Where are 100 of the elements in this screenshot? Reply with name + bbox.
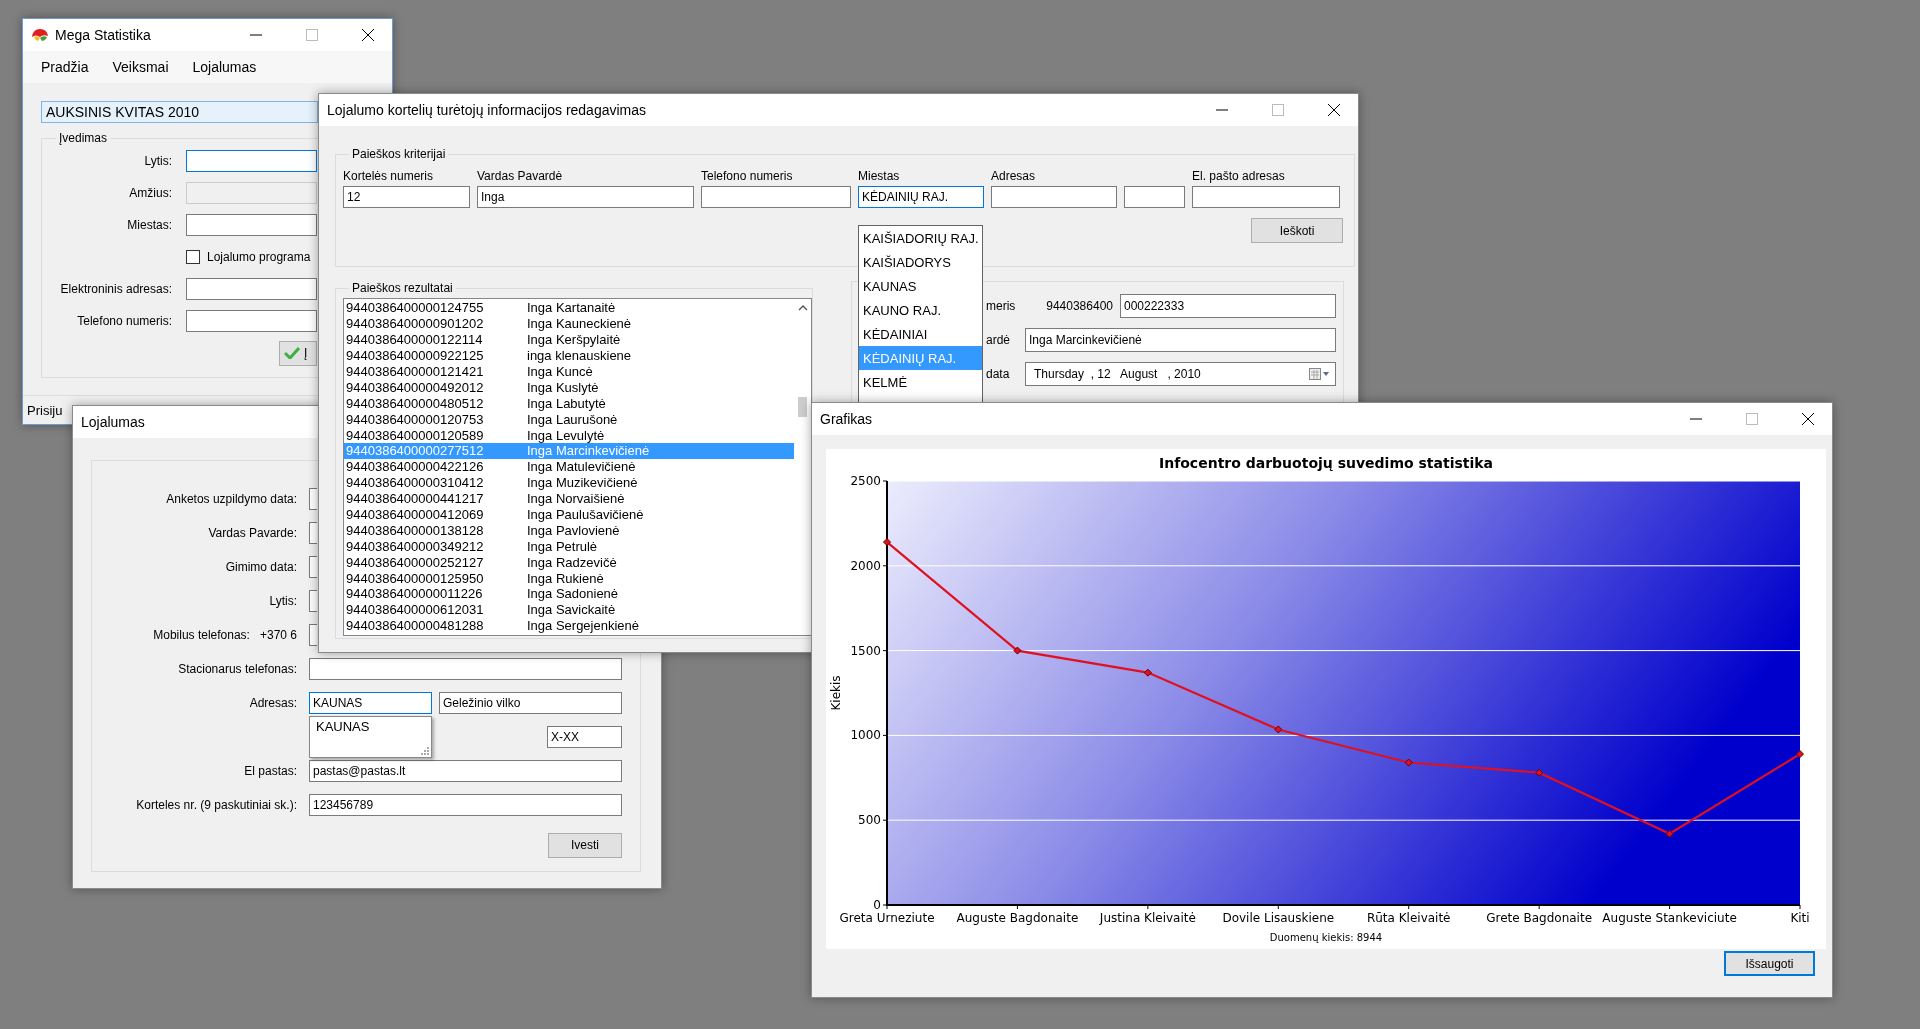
input-field[interactable]	[309, 522, 317, 544]
input-field[interactable]	[1192, 186, 1340, 208]
input-field[interactable]: 123456789	[309, 794, 622, 816]
suggestion-item[interactable]: KAUNAS	[316, 719, 370, 734]
list-row[interactable]: 9440386400000441217 Inga Norvaišienė	[344, 490, 794, 507]
field-label: El pastas:	[244, 764, 297, 778]
title-field[interactable]: AUKSINIS KVITAS 2010	[41, 101, 318, 123]
dropdown-item[interactable]: KĖDAINIAI	[859, 322, 982, 346]
x-axis-title: Duomenų kiekis: 8944	[1269, 932, 1383, 943]
input-field[interactable]	[186, 310, 317, 332]
field-label: Amžius:	[128, 186, 172, 200]
input-field[interactable]: pastas@pastas.lt	[309, 760, 622, 782]
list-row[interactable]: 9440386400000125950 Inga Rukienė	[344, 570, 794, 587]
field-label: Adresas:	[249, 696, 297, 710]
menu-item[interactable]: Veiksmai	[100, 59, 181, 75]
input-field[interactable]: Inga	[477, 186, 694, 208]
dropdown-item[interactable]: KAUNAS	[859, 274, 982, 298]
dome-icon	[31, 28, 49, 42]
input-field[interactable]	[309, 556, 317, 578]
window-title: Grafikas	[820, 411, 873, 427]
input-field[interactable]	[991, 186, 1117, 208]
list-row[interactable]: 9440386400000011226 Inga Sadonienė	[344, 586, 794, 602]
list-row[interactable]: 9440386400000121421 Inga Kuncė	[344, 363, 794, 380]
list-row[interactable]: 9440386400000310412 Inga Muzikevičienė	[344, 474, 794, 491]
input-field[interactable]	[309, 488, 317, 510]
list-row[interactable]: 9440386400000122114 Inga Keršpylaitė	[344, 331, 794, 348]
list-row[interactable]: 9440386400000901202 Inga Kauneckienė	[344, 315, 794, 332]
input-field[interactable]: Inga Marcinkevičienė	[1025, 328, 1336, 352]
dropdown-item[interactable]: KAIŠIADORYS	[859, 250, 982, 274]
list-row[interactable]: 9440386400000422126 Inga Matulevičienė	[344, 458, 794, 475]
input-field[interactable]	[309, 658, 622, 680]
input-field[interactable]	[309, 590, 317, 612]
chart-title: Infocentro darbuotojų suvedimo statistika	[1159, 455, 1493, 471]
list-row[interactable]: 9440386400000412069 Inga Paulušavičienė	[344, 506, 794, 523]
axis-tick-label: 2500	[850, 474, 881, 488]
field-label: Kortelės numeris	[343, 169, 435, 183]
dropdown-item[interactable]: KAIŠIADORIŲ RAJ.	[859, 226, 982, 250]
field-label: Miestas	[858, 169, 901, 183]
field-label: Vardas Pavarde:	[208, 526, 297, 540]
data-point	[1796, 750, 1804, 759]
dropdown-item[interactable]: KELMĖ	[859, 370, 982, 394]
scroll-up-icon[interactable]	[797, 305, 808, 311]
search-button[interactable]: Ieškoti	[1251, 218, 1343, 243]
dropdown-item[interactable]: KAUNO RAJ.	[859, 298, 982, 322]
date-picker[interactable]: Thursday , 12 August , 2010	[1025, 362, 1336, 386]
field-label: Lytis:	[269, 594, 297, 608]
scroll-thumb[interactable]	[798, 397, 807, 417]
group-title: Paieškos kriterijai	[351, 147, 447, 161]
input-field[interactable]	[309, 624, 317, 646]
axis-tick-label: 1000	[850, 728, 881, 743]
resize-grip-icon[interactable]	[420, 746, 429, 755]
input-field[interactable]: KĖDAINIŲ RAJ.	[858, 186, 984, 208]
submit-button[interactable]: Ivesti	[548, 832, 622, 858]
checkbox-label: Lojalumo programa	[207, 250, 311, 264]
field-label: Vardas Pavardė	[477, 169, 564, 183]
axis-category-label: Auguste Bagdonaite	[956, 911, 1079, 925]
list-row[interactable]: 9440386400000612031 Inga Savickaitė	[344, 601, 794, 618]
menu-item[interactable]: Lojalumas	[180, 59, 269, 75]
menu-item[interactable]: Pradžia	[29, 59, 101, 75]
list-row[interactable]: 9440386400000349212 Inga Petrulė	[344, 538, 794, 555]
list-row[interactable]: 9440386400000252127 Inga Radzevičė	[344, 554, 794, 571]
input-field[interactable]: 000222333	[1120, 294, 1336, 318]
field-label: Korteles nr. (9 paskutiniai sk.):	[136, 798, 297, 812]
field-label: Elektroninis adresas:	[59, 282, 172, 296]
list-row[interactable]: 9440386400000922125 inga klenauskiene	[344, 347, 794, 364]
data-point	[1143, 668, 1152, 677]
list-row[interactable]: 9440386400000481288 Inga Sergejenkienė	[344, 617, 794, 634]
field-label: ardė	[986, 333, 1012, 347]
axis-category-label: Rūta Kleivaitė	[1366, 911, 1451, 925]
axis-category-label: Grete Bagdonaite	[1486, 911, 1593, 925]
enter-button[interactable]: Į	[279, 340, 317, 366]
input-field[interactable]: Geležinio vilko	[439, 692, 622, 714]
axis-tick-label: 500	[858, 813, 881, 828]
list-row[interactable]: 9440386400000138128 Inga Pavlovienė	[344, 522, 794, 539]
input-field[interactable]	[186, 150, 317, 172]
input-field[interactable]: X-XX	[547, 726, 622, 748]
list-row[interactable]: 9440386400000492012 Inga Kuslytė	[344, 379, 794, 396]
close-icon[interactable]	[1328, 104, 1340, 116]
list-row[interactable]: 9440386400000120589 Inga Levulytė	[344, 427, 794, 443]
input-field[interactable]	[186, 278, 317, 300]
axis-category-label: Auguste Stankeviciute	[1602, 911, 1737, 925]
close-icon[interactable]	[1802, 413, 1814, 425]
check-icon	[284, 347, 300, 359]
card-prefix: 9440386400	[1045, 299, 1114, 313]
field-label: Telefono numeris	[701, 169, 794, 183]
input-field[interactable]	[186, 214, 317, 236]
input-field[interactable]: KAUNAS	[309, 692, 432, 714]
window-title: Lojalumo kortelių turėtojų informacijos redagavimas	[327, 102, 647, 118]
close-icon[interactable]	[362, 29, 374, 41]
input-field[interactable]	[701, 186, 851, 208]
checkbox[interactable]	[186, 250, 200, 264]
save-button[interactable]: Išsaugoti	[1724, 951, 1815, 976]
field-label: Telefono numeris:	[76, 314, 172, 328]
input-field[interactable]	[1124, 186, 1185, 208]
calendar-icon[interactable]	[1309, 368, 1331, 380]
field-label: Stacionarus telefonas:	[178, 662, 297, 676]
field-label: meris	[986, 299, 1017, 313]
list-row[interactable]: 9440386400000124755 Inga Kartanaitė	[344, 300, 794, 316]
data-point	[1274, 725, 1283, 734]
input-field[interactable]: 12	[343, 186, 470, 208]
